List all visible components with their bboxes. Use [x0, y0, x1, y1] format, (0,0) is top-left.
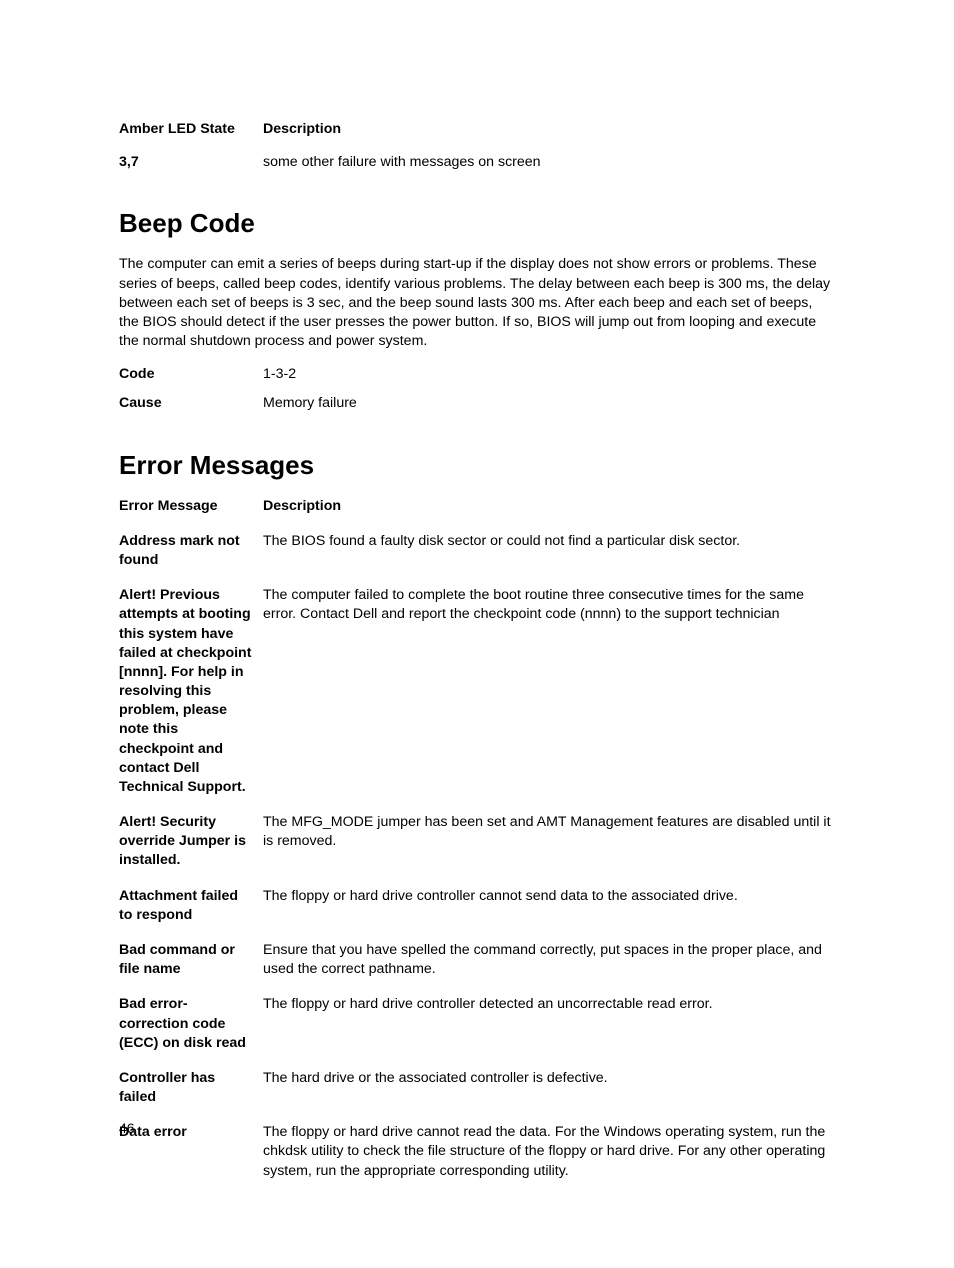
- error-msg: Address mark not found: [119, 532, 263, 586]
- led-desc: some other failure with messages on scre…: [263, 153, 835, 182]
- beep-table: Code 1-3-2 Cause Memory failure: [119, 365, 835, 423]
- led-table: Amber LED State Description 3,7 some oth…: [119, 120, 835, 182]
- beep-value: 1-3-2: [263, 365, 835, 394]
- error-table: Error Message Description Address mark n…: [119, 497, 835, 1197]
- beep-paragraph: The computer can emit a series of beeps …: [119, 255, 835, 351]
- heading-beep-code: Beep Code: [119, 206, 835, 241]
- table-row: 3,7 some other failure with messages on …: [119, 153, 835, 182]
- col-header-state: Amber LED State: [119, 120, 263, 153]
- col-header-desc: Description: [263, 497, 835, 532]
- table-header-row: Amber LED State Description: [119, 120, 835, 153]
- error-desc: The hard drive or the associated control…: [263, 1069, 835, 1123]
- error-msg: Attachment failed to respond: [119, 887, 263, 941]
- beep-value: Memory failure: [263, 394, 835, 423]
- error-desc: The MFG_MODE jumper has been set and AMT…: [263, 813, 835, 887]
- error-msg: Data error: [119, 1123, 263, 1197]
- error-desc: The floppy or hard drive controller cann…: [263, 887, 835, 941]
- error-desc: The floppy or hard drive cannot read the…: [263, 1123, 835, 1197]
- table-row: Bad error-correction code (ECC) on disk …: [119, 995, 835, 1069]
- col-header-msg: Error Message: [119, 497, 263, 532]
- error-msg: Controller has failed: [119, 1069, 263, 1123]
- table-row: Alert! Previous attempts at booting this…: [119, 586, 835, 813]
- error-msg: Bad command or file name: [119, 941, 263, 995]
- error-desc: Ensure that you have spelled the command…: [263, 941, 835, 995]
- table-header-row: Error Message Description: [119, 497, 835, 532]
- table-row: Alert! Security override Jumper is insta…: [119, 813, 835, 887]
- table-row: Bad command or file name Ensure that you…: [119, 941, 835, 995]
- page-number: 46: [119, 1119, 135, 1138]
- led-state: 3,7: [119, 153, 263, 182]
- table-row: Data error The floppy or hard drive cann…: [119, 1123, 835, 1197]
- error-desc: The computer failed to complete the boot…: [263, 586, 835, 813]
- page: Amber LED State Description 3,7 some oth…: [0, 0, 954, 1268]
- table-row: Attachment failed to respond The floppy …: [119, 887, 835, 941]
- error-msg: Alert! Security override Jumper is insta…: [119, 813, 263, 887]
- table-row: Address mark not found The BIOS found a …: [119, 532, 835, 586]
- error-desc: The floppy or hard drive controller dete…: [263, 995, 835, 1069]
- error-msg: Bad error-correction code (ECC) on disk …: [119, 995, 263, 1069]
- table-row: Cause Memory failure: [119, 394, 835, 423]
- error-desc: The BIOS found a faulty disk sector or c…: [263, 532, 835, 586]
- table-row: Controller has failed The hard drive or …: [119, 1069, 835, 1123]
- beep-term: Code: [119, 365, 263, 394]
- heading-error-messages: Error Messages: [119, 448, 835, 483]
- beep-term: Cause: [119, 394, 263, 423]
- col-header-desc: Description: [263, 120, 835, 153]
- error-msg: Alert! Previous attempts at booting this…: [119, 586, 263, 813]
- table-row: Code 1-3-2: [119, 365, 835, 394]
